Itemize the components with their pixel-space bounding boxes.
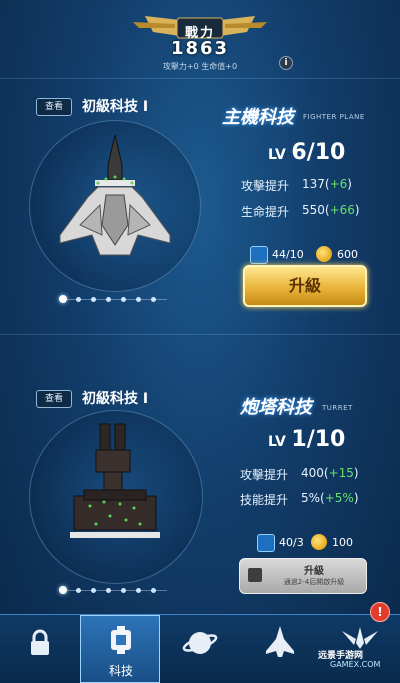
stat-base: 137 (302, 177, 325, 191)
upgrade-button-turret-locked[interactable]: 升級 通過2-4后開啟升級 (239, 558, 367, 594)
stat-plus: +6 (329, 177, 348, 191)
upgrade-button-fighter[interactable]: 升級 (243, 265, 367, 307)
nav-item-tech[interactable]: 科技 (80, 615, 160, 683)
stat-label: 生命提升 (241, 205, 290, 219)
lock-icon (31, 629, 49, 655)
stat-value: 5%(+5%) (301, 491, 359, 505)
level-value: 1/10 (291, 427, 346, 452)
stat-plus: +15 (328, 466, 354, 480)
parts-count: 40/3 (279, 536, 304, 549)
tech-title-fighter: 主機科技 (222, 107, 294, 128)
coin-cost: 100 (332, 536, 353, 549)
stat-label: 攻擊提升 (241, 179, 290, 193)
watermark-sub: GAMEX.COM (330, 660, 381, 669)
turret-icon (70, 423, 160, 538)
power-value: 1863 (170, 38, 230, 59)
tech-subtitle-fighter: FIGHTER PLANE (303, 113, 365, 121)
stat-base: 5% (301, 491, 321, 505)
nav-item-lock[interactable] (0, 615, 80, 683)
view-button-turret[interactable]: 查看 (36, 390, 72, 408)
tier-label-turret: 初級科技 I (82, 391, 149, 407)
stat-label: 技能提升 (240, 493, 289, 507)
progress-dots-turret (59, 586, 167, 595)
level-turret: LV 1/10 (268, 427, 345, 452)
level-prefix: LV (268, 434, 286, 450)
coin-icon (316, 246, 332, 262)
stat-label: 攻擊提升 (240, 468, 289, 482)
progress-dots-fighter (59, 295, 167, 304)
view-button-fighter[interactable]: 查看 (36, 98, 72, 116)
unlock-note: 通過2-4后開啟升級 (283, 578, 345, 586)
stat-plus: +5% (324, 491, 354, 505)
parts-icon (250, 246, 268, 264)
level-value: 6/10 (291, 140, 346, 165)
stat-plus: +66 (329, 203, 355, 217)
parts-icon (257, 534, 275, 552)
fighter-plane-icon (59, 135, 171, 256)
jet-icon (266, 626, 294, 657)
stat-base: 400 (301, 466, 324, 480)
nav-item-jet[interactable] (240, 615, 320, 683)
upgrade-label: 升級 (304, 566, 324, 577)
stat-value: 550(+66) (302, 203, 360, 217)
tier-label-fighter: 初級科技 I (82, 99, 149, 115)
coin-cost: 600 (337, 248, 358, 261)
divider (0, 78, 400, 79)
stat-value: 400(+15) (301, 466, 359, 480)
lock-icon (248, 568, 262, 582)
coin-icon (311, 534, 327, 550)
divider (0, 334, 400, 335)
power-badge: 戰力 1863 攻擊力+0 生命值+0 (125, 8, 275, 71)
parts-count: 44/10 (272, 248, 304, 261)
tech-icon (111, 626, 131, 654)
nav-item-planet[interactable] (160, 615, 240, 683)
level-prefix: LV (268, 147, 286, 163)
power-sub: 攻擊力+0 生命值+0 (162, 62, 238, 71)
tech-subtitle-turret: TURRET (322, 404, 353, 412)
nav-label-tech: 科技 (108, 664, 133, 678)
info-icon[interactable]: i (279, 56, 293, 70)
level-fighter: LV 6/10 (268, 140, 345, 165)
tech-title-turret: 炮塔科技 (240, 397, 312, 418)
stat-base: 550 (302, 203, 325, 217)
stat-value: 137(+6) (302, 177, 352, 191)
alert-badge: ! (370, 602, 390, 622)
planet-icon (182, 632, 218, 654)
